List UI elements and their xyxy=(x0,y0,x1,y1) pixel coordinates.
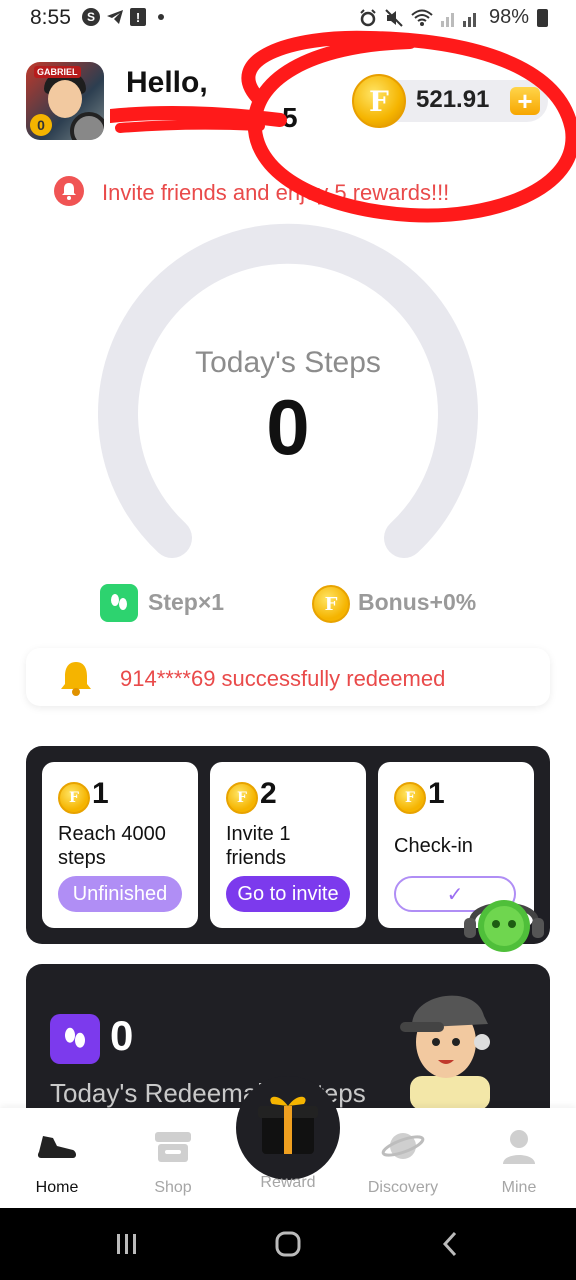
person-icon xyxy=(503,1130,535,1164)
task-desc-line2: friends xyxy=(226,847,287,869)
alarm-icon xyxy=(360,8,376,26)
task-reward: 1 xyxy=(92,777,109,810)
task-desc-line1: Check-in xyxy=(394,835,473,857)
battery-percent: 98% xyxy=(488,6,529,28)
task-coin-icon: F xyxy=(394,782,426,814)
signal-icon xyxy=(440,12,476,27)
home-nav-icon[interactable] xyxy=(274,1230,302,1258)
golden-bell-icon xyxy=(61,662,91,696)
mute-icon xyxy=(385,8,403,27)
planet-icon xyxy=(381,1133,425,1159)
tab-label: Mine xyxy=(501,1179,537,1196)
tab-label: Home xyxy=(35,1179,79,1196)
status-system-icons: 98% xyxy=(359,6,548,29)
gift-icon xyxy=(258,1096,318,1154)
avatar-level-badge: 0 xyxy=(30,114,52,136)
notification-bell-icon xyxy=(54,176,84,206)
tab-mine[interactable]: Mine xyxy=(474,1128,564,1197)
task-card-invite[interactable]: F 2 Invite 1 friends Go to invite xyxy=(210,762,366,928)
shoe-icon xyxy=(37,1136,76,1158)
customer-support-icon[interactable] xyxy=(462,890,546,954)
step-multiplier: Step×1 xyxy=(148,589,225,615)
invite-notice[interactable]: Invite friends and enjoy 5 rewards!!! xyxy=(102,180,449,206)
back-nav-icon[interactable] xyxy=(440,1230,460,1258)
telegram-icon xyxy=(106,8,124,26)
task-coin-icon: F xyxy=(226,782,258,814)
task-coin-icon: F xyxy=(58,782,90,814)
add-coins-button[interactable]: + xyxy=(510,87,540,115)
wifi-icon xyxy=(411,9,433,26)
tab-label: Reward xyxy=(260,1174,316,1191)
footprints-icon xyxy=(100,584,138,622)
status-time: 8:55 xyxy=(30,6,71,29)
more-dot-icon xyxy=(152,8,170,26)
tab-home[interactable]: Home xyxy=(12,1128,102,1197)
alert-icon: ! xyxy=(130,8,146,26)
todays-steps-value: 0 xyxy=(266,383,310,471)
go-to-invite-button[interactable]: Go to invite xyxy=(226,876,350,912)
task-reward: 2 xyxy=(260,777,277,810)
status-bar: 8:55 S ! 98% xyxy=(0,0,576,36)
tab-shop[interactable]: Shop xyxy=(128,1128,218,1197)
tab-discovery[interactable]: Discovery xyxy=(358,1128,448,1197)
task-card-steps[interactable]: F 1 Reach 4000 steps Unfinished xyxy=(42,762,198,928)
user-id: 5 xyxy=(282,102,300,133)
task-desc-line2: steps xyxy=(58,847,106,869)
task-desc-line1: Reach 4000 xyxy=(58,823,166,845)
coin-icon: F xyxy=(352,74,406,128)
status-notification-icons: S ! xyxy=(82,8,170,26)
shop-icon xyxy=(155,1132,191,1162)
coin-balance: 521.91 xyxy=(416,86,490,113)
bonus-percent: Bonus+0% xyxy=(358,589,477,615)
unfinished-button[interactable]: Unfinished xyxy=(58,876,182,912)
task-reward: 1 xyxy=(428,777,445,810)
tab-label: Shop xyxy=(154,1179,192,1196)
system-nav-bar xyxy=(0,1208,576,1280)
app-notification-icon: S xyxy=(82,8,100,26)
battery-icon xyxy=(537,8,548,27)
avatar-tag: GABRIEL xyxy=(34,66,81,78)
redeem-ticker-text: 914****69 successfully redeemed xyxy=(120,666,446,691)
tab-label: Discovery xyxy=(367,1179,439,1196)
todays-steps-label: Today's Steps xyxy=(195,346,381,379)
greeting: Hello, xyxy=(126,66,208,99)
purple-footprints-icon xyxy=(50,1014,100,1064)
avatar[interactable]: GABRIEL 0 xyxy=(26,62,104,140)
task-desc-line1: Invite 1 xyxy=(226,823,291,845)
tab-reward[interactable]: Reward xyxy=(243,1164,333,1192)
recent-apps-icon[interactable] xyxy=(114,1232,140,1256)
bonus-coin-icon: F xyxy=(312,585,350,623)
mascot-character xyxy=(400,995,490,1110)
redeemable-steps-value: 0 xyxy=(110,1012,134,1059)
